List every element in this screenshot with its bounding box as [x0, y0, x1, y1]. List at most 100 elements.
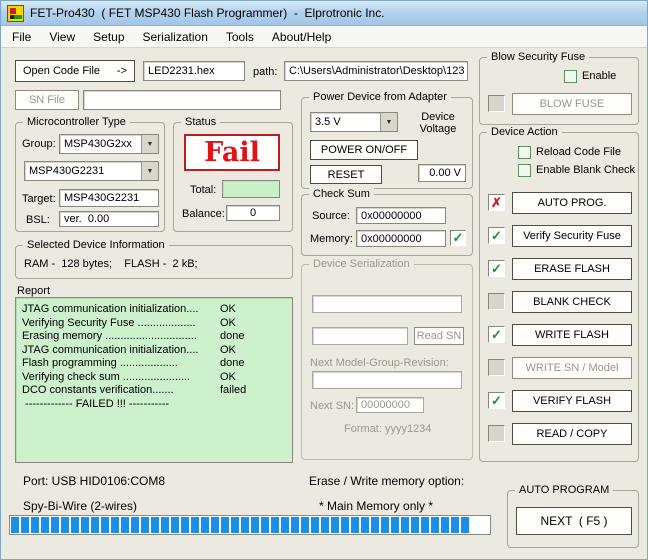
sn-file-button[interactable]: SN File: [15, 90, 79, 110]
auto-program-title: AUTO PROGRAM: [515, 484, 614, 496]
source-label: Source:: [312, 210, 350, 222]
port-status: Port: USB HID0106:COM8: [23, 474, 166, 488]
checksum-group: Check Sum Source: 0x00000000 Memory: 0x0…: [301, 188, 473, 256]
reload-code-checkbox[interactable]: [518, 146, 531, 159]
format-label: Format: yyyy1234: [344, 423, 432, 435]
power-title: Power Device from Adapter: [309, 91, 451, 103]
menu-about-help[interactable]: About/Help: [263, 27, 340, 47]
progress-bar: [9, 515, 491, 535]
next-sn-label: Next SN:: [310, 400, 355, 412]
wire-mode: Spy-Bi-Wire (2-wires): [23, 499, 137, 513]
family-dropdown[interactable]: MSP430G2xx ▼: [59, 134, 159, 154]
read-copy-indicator: [488, 425, 505, 442]
report-line: Flash programming ................... don…: [22, 357, 245, 369]
report-line: Verifying Security Fuse ................…: [22, 316, 236, 329]
serialization-group: Device Serialization Read SN Next Model-…: [301, 258, 473, 460]
memory-checksum-field: 0x00000000: [356, 230, 446, 247]
serial-field-1[interactable]: [312, 295, 462, 313]
bsl-label: BSL:: [26, 214, 50, 226]
menu-file[interactable]: File: [3, 27, 40, 47]
blank-check-indicator: [488, 293, 505, 310]
verify-flash-button[interactable]: VERIFY FLASH: [512, 390, 632, 412]
erase-flash-indicator: ✓: [488, 260, 505, 277]
blow-fuse-button[interactable]: BLOW FUSE: [512, 93, 632, 115]
path-label: path:: [253, 66, 278, 78]
report-line: JTAG communication initialization.... OK: [22, 303, 236, 315]
status-result: Fail: [204, 137, 260, 168]
code-file-field[interactable]: LED2231.hex: [143, 61, 245, 81]
report-line: JTAG communication initialization.... OK: [22, 343, 236, 356]
serial-field-3[interactable]: [312, 371, 462, 389]
total-field: [222, 180, 280, 198]
read-copy-button[interactable]: READ / COPY: [512, 423, 632, 445]
balance-field: 0: [226, 205, 280, 221]
report-log[interactable]: JTAG communication initialization.... OK …: [15, 297, 293, 463]
app-icon: [7, 4, 24, 22]
chevron-down-icon[interactable]: ▼: [141, 162, 158, 180]
path-field[interactable]: C:\Users\Administrator\Desktop\123: [284, 61, 468, 81]
adapter-voltage-dropdown[interactable]: 3.5 V ▼: [310, 112, 398, 132]
serial-field-2[interactable]: [312, 327, 408, 345]
open-code-file-button[interactable]: Open Code File ->: [15, 60, 135, 82]
blank-check-button[interactable]: BLANK CHECK: [512, 291, 632, 313]
chevron-down-icon[interactable]: ▼: [141, 135, 158, 153]
microcontroller-type-group: Microcontroller Type Group: MSP430G2xx ▼…: [15, 116, 165, 232]
device-info-title: Selected Device Information: [23, 239, 169, 251]
device-dropdown[interactable]: MSP430G2231 ▼: [24, 161, 159, 181]
auto-program-group: AUTO PROGRAM NEXT ( F5 ): [507, 484, 639, 548]
checksum-title: Check Sum: [309, 188, 374, 200]
menu-setup[interactable]: Setup: [84, 27, 133, 47]
serialization-title: Device Serialization: [309, 258, 414, 270]
microcontroller-type-title: Microcontroller Type: [23, 116, 130, 128]
menu-view[interactable]: View: [40, 27, 84, 47]
erase-flash-button[interactable]: ERASE FLASH: [512, 258, 632, 280]
power-group: Power Device from Adapter 3.5 V ▼ Device…: [301, 91, 473, 189]
total-label: Total:: [190, 184, 217, 196]
menu-bar: File View Setup Serialization Tools Abou…: [1, 26, 647, 48]
next-model-label: Next Model-Group-Revision:: [310, 357, 449, 369]
report-title: Report: [17, 285, 51, 297]
status-title: Status: [181, 116, 221, 128]
menu-tools[interactable]: Tools: [217, 27, 263, 47]
menu-serialization[interactable]: Serialization: [134, 27, 217, 47]
reload-code-label: Reload Code File: [536, 146, 621, 158]
memory-label: Memory:: [310, 233, 353, 245]
power-on-off-button[interactable]: POWER ON/OFF: [310, 140, 418, 160]
verify-security-fuse-button[interactable]: Verify Security Fuse: [512, 225, 632, 247]
sn-file-field[interactable]: [83, 90, 281, 110]
blow-fuse-enable-checkbox[interactable]: [564, 70, 577, 83]
next-sn-field[interactable]: 00000000: [356, 397, 424, 413]
device-voltage-label: Device Voltage: [419, 111, 457, 135]
blow-fuse-indicator: [488, 95, 505, 112]
checksum-match-icon: ✓: [450, 230, 466, 246]
write-flash-indicator: ✓: [488, 326, 505, 343]
device-action-title: Device Action: [487, 126, 562, 138]
auto-prog-indicator: ✗: [488, 194, 505, 211]
report-line: Verifying check sum ....................…: [22, 370, 236, 383]
device-info-group: Selected Device Information RAM - 128 by…: [15, 239, 293, 279]
app-window: FET-Pro430 ( FET MSP430 Flash Programmer…: [0, 0, 648, 560]
report-line: DCO constants verification....... failed: [22, 384, 247, 396]
write-sn-model-button[interactable]: WRITE SN / Model: [512, 357, 632, 379]
blow-fuse-title: Blow Security Fuse: [487, 51, 590, 63]
report-line: Erasing memory .........................…: [22, 330, 245, 342]
title-bar[interactable]: FET-Pro430 ( FET MSP430 Flash Programmer…: [1, 1, 647, 26]
progress-fill: [11, 517, 470, 533]
bsl-field: ver. 0.00: [59, 211, 159, 227]
reset-button[interactable]: RESET: [310, 165, 382, 184]
blow-fuse-enable-label: Enable: [582, 70, 617, 82]
next-f5-button[interactable]: NEXT ( F5 ): [516, 507, 632, 535]
target-label: Target:: [22, 193, 56, 205]
group-label: Group:: [22, 138, 56, 150]
balance-label: Balance:: [182, 208, 225, 220]
status-group: Status Fail Total: Balance: 0: [173, 116, 293, 232]
chevron-down-icon[interactable]: ▼: [380, 113, 397, 131]
voltage-reading-field: 0.00 V: [418, 164, 466, 182]
auto-prog-button[interactable]: AUTO PROG.: [512, 192, 632, 214]
source-checksum-field: 0x00000000: [356, 207, 446, 224]
read-sn-button[interactable]: Read SN: [414, 327, 464, 345]
write-flash-button[interactable]: WRITE FLASH: [512, 324, 632, 346]
enable-blank-check-checkbox[interactable]: [518, 164, 531, 177]
verify-fuse-indicator: ✓: [488, 227, 505, 244]
arrow-right-icon: ->: [116, 65, 127, 77]
